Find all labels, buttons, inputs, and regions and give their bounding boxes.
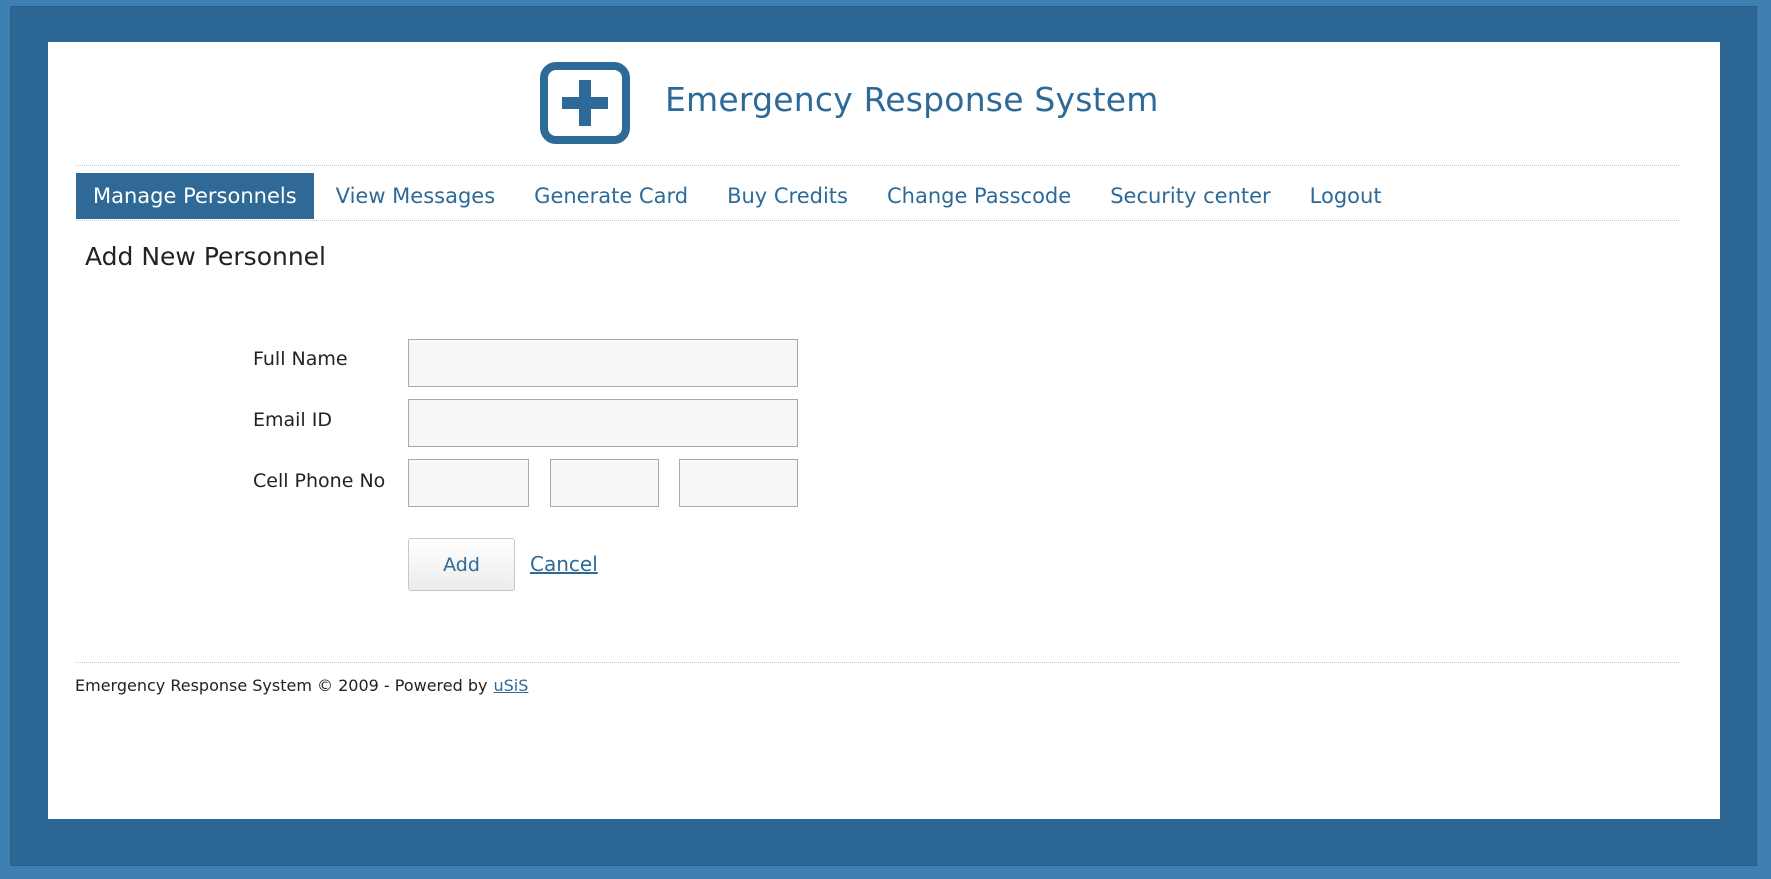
cell-phone-prefix-input[interactable]	[550, 459, 659, 507]
nav-item-security-center[interactable]: Security center	[1093, 173, 1287, 219]
nav-item-view-messages[interactable]: View Messages	[319, 173, 513, 219]
main-nav: Manage Personnels View Messages Generate…	[76, 173, 1404, 219]
cell-phone-label: Cell Phone No	[253, 470, 386, 492]
nav-top-divider	[76, 165, 1679, 166]
cell-phone-area-code-input[interactable]	[408, 459, 529, 507]
usis-link[interactable]: uSiS	[494, 676, 529, 695]
plus-icon	[540, 62, 630, 144]
plus-icon-vertical-bar	[579, 80, 591, 126]
email-input[interactable]	[408, 399, 798, 447]
outer-frame: Emergency Response System Manage Personn…	[10, 6, 1757, 866]
add-button[interactable]: Add	[408, 538, 515, 591]
app-title: Emergency Response System	[665, 80, 1159, 119]
email-label: Email ID	[253, 409, 332, 431]
full-name-label: Full Name	[253, 348, 348, 370]
cancel-link[interactable]: Cancel	[530, 552, 598, 576]
cell-phone-line-number-input[interactable]	[679, 459, 798, 507]
footer-divider	[76, 662, 1679, 663]
full-name-input[interactable]	[408, 339, 798, 387]
nav-item-generate-card[interactable]: Generate Card	[517, 173, 705, 219]
nav-item-manage-personnels[interactable]: Manage Personnels	[76, 173, 314, 219]
footer-text: Emergency Response System © 2009 - Power…	[75, 676, 488, 695]
nav-bottom-divider	[76, 220, 1679, 221]
nav-item-logout[interactable]: Logout	[1293, 173, 1399, 219]
content-panel: Emergency Response System Manage Personn…	[48, 42, 1720, 819]
nav-item-buy-credits[interactable]: Buy Credits	[710, 173, 865, 219]
nav-item-change-passcode[interactable]: Change Passcode	[870, 173, 1088, 219]
footer: Emergency Response System © 2009 - Power…	[75, 676, 528, 695]
page-title: Add New Personnel	[85, 242, 327, 271]
